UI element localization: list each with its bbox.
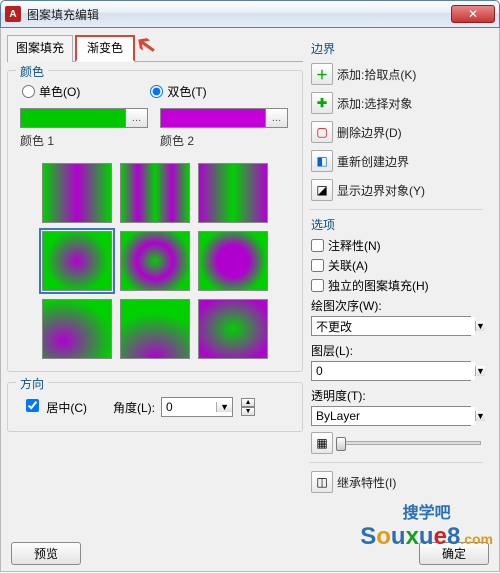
slider-thumb[interactable] (336, 437, 346, 451)
recreate-boundary-row[interactable]: ◧ 重新创建边界 (309, 148, 483, 174)
preview-button[interactable]: 预览 (11, 542, 81, 565)
pattern-3[interactable] (198, 163, 268, 223)
right-panel: 边界 ＋ 添加:拾取点(K) ✚ 添加:选择对象 ▢ 删除边界(D) ◧ 重新创… (303, 34, 483, 565)
boundary-section-label: 边界 (311, 40, 483, 57)
color1-picker-button[interactable]: … (125, 109, 147, 127)
angle-input[interactable] (162, 398, 216, 416)
color2-label: 颜色 2 (160, 132, 288, 149)
tab-hatch[interactable]: 图案填充 (7, 35, 73, 62)
direction-group: 方向 居中(C) 角度(L): ▼ ▲ ▼ (7, 382, 303, 432)
ok-button[interactable]: 确定 (419, 542, 489, 565)
chevron-down-icon[interactable]: ▼ (475, 366, 485, 376)
color1-label: 颜色 1 (20, 132, 148, 149)
angle-dropdown-icon[interactable]: ▼ (216, 402, 232, 412)
inherit-icon: ◫ (311, 471, 333, 493)
color-group: 颜色 单色(O) 双色(T) … 颜色 1 … (7, 70, 303, 372)
angle-spin-down[interactable]: ▼ (241, 407, 255, 416)
pattern-8[interactable] (120, 299, 190, 359)
pattern-2[interactable] (120, 163, 190, 223)
bottom-bar: 预览 确定 (1, 542, 499, 565)
angle-spin-up[interactable]: ▲ (241, 398, 255, 407)
remove-boundary-row[interactable]: ▢ 删除边界(D) (309, 119, 483, 145)
chevron-down-icon[interactable]: ▼ (475, 321, 485, 331)
pattern-1[interactable] (42, 163, 112, 223)
pattern-4[interactable] (42, 231, 112, 291)
transparency-combo[interactable]: ▼ (311, 406, 471, 426)
independent-checkbox[interactable] (311, 279, 324, 292)
annotative-checkbox[interactable] (311, 239, 324, 252)
transparency-reset-icon[interactable]: ▦ (311, 432, 333, 454)
color-group-title: 颜色 (16, 63, 48, 80)
tab-gradient[interactable]: 渐变色 (75, 35, 135, 62)
transparency-label: 透明度(T): (311, 387, 481, 404)
associative-checkbox[interactable] (311, 259, 324, 272)
inherit-properties-row[interactable]: ◫ 继承特性(I) (309, 469, 483, 495)
pattern-6[interactable] (198, 231, 268, 291)
app-icon: A (5, 6, 21, 22)
gradient-pattern-grid (16, 159, 294, 361)
color2-swatch[interactable]: … (160, 108, 288, 128)
add-pick-points-row[interactable]: ＋ 添加:拾取点(K) (309, 61, 483, 87)
tab-bar: 图案填充 渐变色 (7, 34, 303, 62)
window-title: 图案填充编辑 (27, 6, 99, 23)
recreate-boundary-icon: ◧ (311, 150, 333, 172)
layer-combo[interactable]: ▼ (311, 361, 471, 381)
show-boundary-row[interactable]: ◪ 显示边界对象(Y) (309, 177, 483, 203)
add-select-objects-row[interactable]: ✚ 添加:选择对象 (309, 90, 483, 116)
angle-label: 角度(L): (113, 399, 155, 416)
close-button[interactable]: ✕ (451, 5, 495, 23)
centered-checkbox[interactable]: 居中(C) (26, 399, 87, 416)
show-boundary-icon: ◪ (311, 179, 333, 201)
left-panel: 图案填充 渐变色 颜色 单色(O) 双色(T) … 颜色 1 (7, 34, 303, 565)
pattern-9[interactable] (198, 299, 268, 359)
color1-swatch[interactable]: … (20, 108, 148, 128)
options-section-label: 选项 (311, 216, 483, 233)
add-pick-icon: ＋ (311, 63, 333, 85)
pattern-5[interactable] (120, 231, 190, 291)
add-select-icon: ✚ (311, 92, 333, 114)
chevron-down-icon[interactable]: ▼ (475, 411, 485, 421)
draw-order-combo[interactable]: ▼ (311, 316, 471, 336)
remove-boundary-icon: ▢ (311, 121, 333, 143)
radio-single-color[interactable]: 单色(O) (22, 83, 80, 100)
pattern-7[interactable] (42, 299, 112, 359)
transparency-slider[interactable] (339, 441, 481, 445)
color2-picker-button[interactable]: … (265, 109, 287, 127)
direction-group-title: 方向 (16, 375, 48, 392)
angle-combo[interactable]: ▼ (161, 397, 233, 417)
layer-label: 图层(L): (311, 342, 481, 359)
title-bar: A 图案填充编辑 ✕ (0, 0, 500, 28)
radio-double-color[interactable]: 双色(T) (150, 83, 206, 100)
dialog-body: ➔ 图案填充 渐变色 颜色 单色(O) 双色(T) … 颜色 1 (0, 28, 500, 572)
draw-order-label: 绘图次序(W): (311, 297, 481, 314)
